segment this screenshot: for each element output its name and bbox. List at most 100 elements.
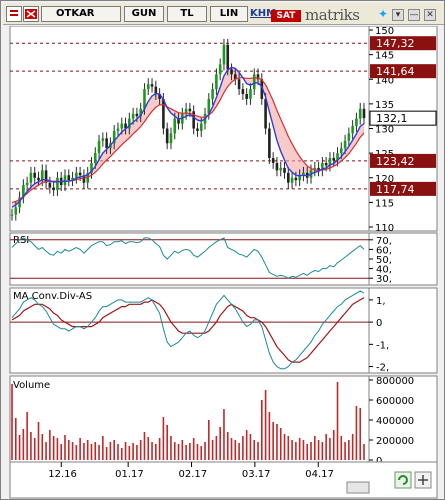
price-candle [44,170,48,183]
period-selector[interactable]: GUN [124,6,164,22]
volume-bar [329,438,331,460]
refresh-icon[interactable] [394,471,412,489]
volume-bar [355,406,358,460]
volume-bar [257,442,259,460]
close-icon[interactable]: ✕ [424,9,436,21]
flag-icon[interactable] [23,6,39,22]
rsi-tick-label: 70, [376,236,392,247]
volume-bar [113,440,115,460]
twitter-icon[interactable]: ✦ [377,8,389,21]
price-tick-label: 110 [375,223,394,234]
price-candle [199,123,203,131]
volume-bar [317,440,320,460]
price-level-label: 117,74 [376,183,415,196]
price-candle [33,172,37,178]
volume-bar [22,429,25,460]
volume-bar [83,443,85,460]
volume-bar [310,442,312,460]
volume-bar [298,438,301,460]
volume-bar [90,444,93,460]
price-candle [75,172,78,178]
price-candle [218,64,222,75]
volume-bar [295,442,297,460]
time-tick-label: 01.17 [115,469,144,480]
scale-selector[interactable]: LIN [210,6,248,22]
volume-bar [177,444,180,460]
horizontal-scrollbar[interactable] [346,481,370,494]
volume-bar [351,434,354,460]
price-candle [67,175,71,181]
minimize-icon[interactable]: — [408,9,420,21]
price-candle [347,133,351,141]
toolbar: OTKAR GUN TL LIN KHM SAT matriks ✦ ▾ — ✕ [3,3,444,25]
volume-bar [264,390,267,460]
price-tick-label: 150 [375,26,394,37]
price-tick-label: 130 [375,125,394,136]
price-candle [131,113,135,119]
price-candle [37,177,40,181]
price-candle [339,148,343,154]
volume-tick-label: 400000 [376,416,414,427]
volume-bar [242,436,244,460]
time-tick-label: 04.17 [305,469,334,480]
price-tick-label: 135 [375,100,394,111]
price-candle [78,172,82,176]
price-level-label: 147,32 [376,37,415,50]
price-candle [264,98,267,129]
price-candle [343,140,347,149]
volume-bar [75,445,78,460]
price-candle [165,128,169,144]
volume-bar [321,442,324,460]
price-candle [48,182,52,188]
volume-bar [30,432,32,460]
volume-bar [136,445,138,460]
volume-bar [33,438,36,460]
volume-bar [279,428,282,460]
volume-bar [291,440,293,460]
price-candle [290,177,294,183]
volume-bar [49,430,51,460]
price-candle [10,214,14,216]
volume-bar [185,445,187,460]
volume-bar [204,442,206,460]
price-candle [351,126,354,134]
matriks-logo: matriks [305,6,360,24]
price-candle [196,128,199,131]
volume-bar [98,445,100,460]
volume-tick-label: 600000 [376,396,414,407]
price-candle [283,167,286,173]
volume-bar [348,440,350,460]
macd-tick-label: 0 [376,318,382,329]
volume-bar [120,448,123,460]
price-candle [162,98,165,129]
volume-bar [117,444,119,460]
volume-bar [261,400,263,460]
symbol-field[interactable]: OTKAR [41,6,121,22]
volume-bar [60,444,63,460]
time-tick-label: 02.17 [179,469,208,480]
volume-bar [64,435,66,460]
zoom-icon[interactable] [414,471,432,489]
volume-bar [14,418,17,460]
dropdown-icon[interactable]: ▾ [392,9,404,21]
rsi-tick-label: 30, [376,274,392,285]
price-level-label: 123,42 [376,155,415,168]
price-candle [222,44,226,65]
price-candle [271,158,275,163]
price-candle [215,74,218,90]
volume-bar [363,444,365,460]
volume-bar [211,440,214,460]
volume-bar [200,446,203,460]
volume-bar [215,436,218,460]
volume-title: Volume [13,380,50,391]
price-candle [56,177,59,191]
price-candle [324,162,328,166]
currency-selector[interactable]: TL [167,6,207,22]
sell-button[interactable]: SAT [271,10,301,22]
price-candle [230,69,233,75]
volume-bar [336,382,339,460]
price-candle [241,89,245,95]
price-candle [355,118,358,127]
menu-icon[interactable] [6,6,22,22]
volume-bar [325,434,327,460]
